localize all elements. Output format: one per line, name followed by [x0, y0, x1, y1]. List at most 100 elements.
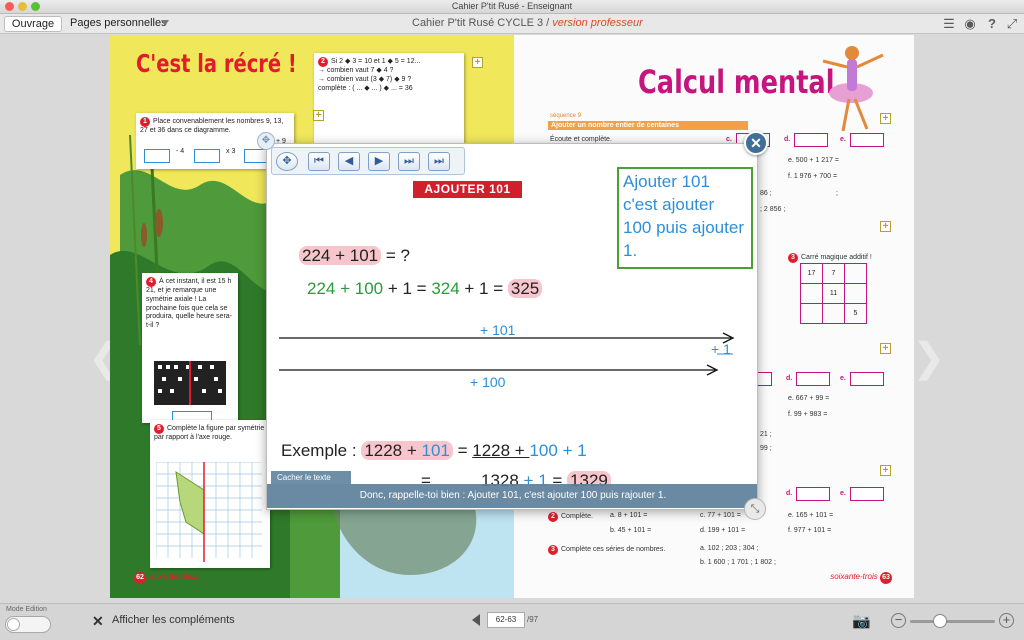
exercise-2-card: 2 Si 2 ◆ 3 = 10 et 1 ◆ 5 = 12... → combie…: [314, 53, 464, 143]
move-icon[interactable]: ✥: [276, 152, 298, 171]
digital-clock-grid: [154, 361, 226, 405]
page-input[interactable]: 62-63: [487, 612, 525, 628]
magic-cell[interactable]: [844, 263, 867, 284]
answer-box[interactable]: [194, 149, 220, 163]
item-letter: d.: [784, 136, 791, 143]
magic-cell[interactable]: [822, 303, 845, 324]
exercise-line: → combien vaut (3 ◆ 7) ◆ 9 ?: [318, 75, 412, 83]
operation-line: f. 99 + 983 =: [788, 411, 828, 418]
operation-line: e. 667 + 99 =: [788, 395, 830, 402]
add-complement-icon[interactable]: +: [880, 221, 891, 232]
series-fragment: 99 ;: [760, 445, 772, 452]
exercise-instruction: 3 Complète ces séries de nombres.: [548, 545, 665, 555]
play-icon[interactable]: ▶: [368, 152, 390, 171]
operation-line: c. 77 + 101 =: [700, 512, 741, 519]
item-letter: d.: [786, 375, 793, 382]
rule-note: Ajouter 101 c'est ajouter 100 puis ajout…: [617, 167, 753, 269]
lesson-title: AJOUTER 101: [413, 181, 522, 198]
answer-box[interactable]: [794, 133, 828, 147]
app-window: Cahier P'tit Rusé - Enseignant Ouvrage P…: [0, 0, 1024, 640]
add-complement-icon[interactable]: +: [880, 113, 891, 124]
magic-square: 17 7 11 5: [800, 263, 867, 324]
hide-text-tab[interactable]: Cacher le texte: [271, 471, 351, 484]
window-title: Cahier P'tit Rusé - Enseignant: [451, 1, 573, 11]
playback-controls: ✥ ⏮ ◀ ▶ ⏭ ⏭: [271, 147, 465, 175]
exercise-text: Complète la figure par symétrie par rapp…: [154, 425, 265, 441]
exercise-line: → combien vaut 7 ◆ 4 ?: [318, 67, 394, 74]
symmetry-grid: [156, 462, 262, 562]
question-line: 224 + 101 = ?: [299, 246, 410, 266]
add-complement-icon[interactable]: +: [880, 343, 891, 354]
magic-cell[interactable]: 5: [844, 303, 867, 324]
show-complements-label[interactable]: Afficher les compléments: [112, 614, 235, 626]
fullscreen-icon[interactable]: ⤢: [1004, 16, 1020, 32]
previous-page-icon[interactable]: [472, 614, 480, 626]
zoom-in-icon[interactable]: +: [999, 613, 1014, 628]
exercise-number: 5: [154, 424, 164, 434]
sequence-label: séquence 9: [550, 113, 582, 119]
series-fragment: 21 ;: [760, 431, 772, 438]
magic-cell[interactable]: 11: [822, 283, 845, 304]
eye-icon[interactable]: ◉: [962, 16, 978, 32]
next-step-icon[interactable]: ⏭: [398, 152, 420, 171]
add-complement-icon[interactable]: +: [472, 57, 483, 68]
answer-box[interactable]: [850, 487, 884, 501]
arrow-label: + 101: [480, 322, 516, 338]
last-step-icon[interactable]: ⏭: [428, 152, 450, 171]
exercise-line: Si 2 ◆ 3 = 10 et 1 ◆ 5 = 12...: [331, 58, 421, 65]
dancer-illustration: [822, 46, 884, 132]
resize-icon[interactable]: ⤡: [744, 498, 766, 520]
series-line: b. 1 600 ; 1 701 ; 1 802 ;: [700, 559, 776, 566]
tab-ouvrage[interactable]: Ouvrage: [4, 16, 62, 32]
series-fragment: 86 ;: [760, 190, 772, 197]
number-line-arrows: [279, 332, 735, 376]
drag-handle-icon[interactable]: ✥: [257, 132, 275, 150]
next-page-arrow-icon[interactable]: ❯: [912, 335, 946, 381]
exercise-number: 1: [140, 117, 150, 127]
toolbar: Ouvrage Pages personnelles Cahier P'tit …: [0, 14, 1024, 34]
exercise-instruction: Écoute et complète.: [550, 136, 612, 143]
previous-step-icon[interactable]: ◀: [338, 152, 360, 171]
answer-box[interactable]: [796, 372, 830, 386]
caption-text: Donc, rappelle-toi bien : Ajouter 101, c…: [267, 484, 757, 508]
chevron-down-icon[interactable]: [161, 20, 169, 26]
add-complement-icon[interactable]: +: [313, 110, 324, 121]
mode-edition-toggle[interactable]: [5, 616, 51, 633]
series-line: a. 102 ; 203 ; 304 ;: [700, 545, 759, 552]
exercise-instruction: 2 Complète.: [548, 512, 593, 522]
item-letter: e.: [840, 136, 846, 143]
camera-icon[interactable]: 📷: [852, 612, 871, 630]
answer-box[interactable]: [850, 372, 884, 386]
right-page-number: soixante-trois 63: [830, 572, 892, 584]
answer-box[interactable]: [796, 487, 830, 501]
operation-line: e. 500 + 1 217 =: [788, 157, 839, 164]
magic-cell[interactable]: [800, 283, 823, 304]
magic-cell[interactable]: 7: [822, 263, 845, 284]
mode-edition-label: Mode Edition: [6, 606, 47, 613]
answer-box[interactable]: [850, 133, 884, 147]
close-popup-button[interactable]: ✕: [744, 131, 768, 155]
magic-cell[interactable]: [800, 303, 823, 324]
series-fragment: ;: [836, 190, 838, 197]
book-title: Cahier P'tit Rusé CYCLE 3 / version prof…: [412, 17, 643, 29]
list-icon[interactable]: ☰: [941, 16, 957, 32]
zoom-slider-track[interactable]: [910, 620, 995, 623]
zoom-out-icon[interactable]: −: [891, 613, 906, 628]
answer-box[interactable]: [144, 149, 170, 163]
exercise-instruction: 3 Carré magique additif !: [788, 253, 872, 263]
add-complement-icon[interactable]: +: [880, 465, 891, 476]
item-letter: d.: [786, 490, 793, 497]
operation-line: b. 45 + 101 =: [610, 527, 652, 534]
help-icon[interactable]: ?: [984, 16, 1000, 32]
magic-cell[interactable]: 17: [800, 263, 823, 284]
decomposition-line: 224 + 100 + 1 = 324 + 1 = 325: [307, 279, 543, 299]
zoom-slider-thumb[interactable]: [932, 614, 947, 628]
magic-cell[interactable]: [844, 283, 867, 304]
first-step-icon[interactable]: ⏮: [308, 152, 330, 171]
operation-line: e. 165 + 101 =: [788, 512, 834, 519]
bottom-bar: Mode Edition ✕ Afficher les compléments …: [0, 603, 1024, 640]
exercise-number: 2: [318, 57, 328, 67]
tab-pages-personnelles[interactable]: Pages personnelles: [70, 17, 167, 29]
item-letter: e.: [840, 490, 846, 497]
checkbox-icon[interactable]: ✕: [92, 614, 106, 628]
